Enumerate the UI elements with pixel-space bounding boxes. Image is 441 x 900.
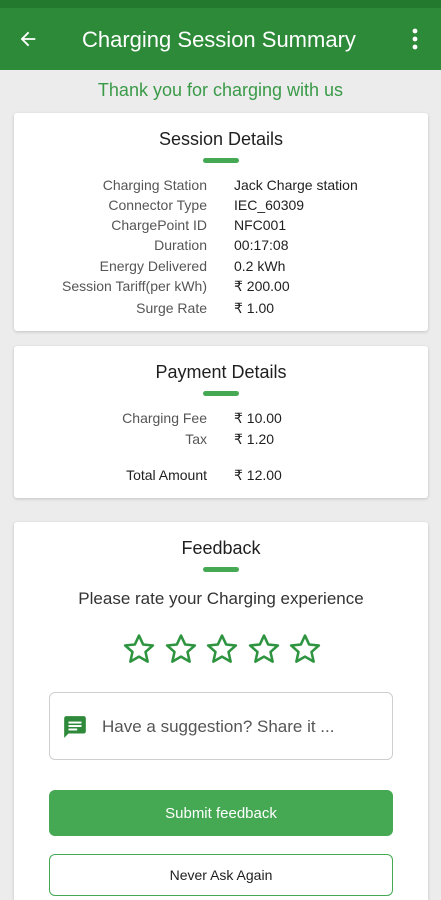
suggestion-field[interactable] bbox=[49, 692, 393, 760]
detail-label: Connector Type bbox=[108, 197, 207, 213]
detail-row-energy-delivered: Energy Delivered 0.2 kWh bbox=[14, 258, 428, 278]
star-icon[interactable] bbox=[122, 632, 156, 666]
session-details-card: Session Details Charging Station Jack Ch… bbox=[14, 113, 428, 331]
overflow-menu-button[interactable] bbox=[403, 25, 427, 53]
payment-value: ₹ 10.00 bbox=[234, 410, 282, 426]
payment-label: Tax bbox=[185, 431, 207, 447]
detail-row-connector-type: Connector Type IEC_60309 bbox=[14, 197, 428, 217]
star-icon[interactable] bbox=[288, 632, 322, 666]
detail-row-chargepoint-id: ChargePoint ID NFC001 bbox=[14, 217, 428, 237]
detail-value: 00:17:08 bbox=[234, 237, 289, 253]
section-underline bbox=[203, 567, 239, 572]
never-ask-again-button[interactable]: Never Ask Again bbox=[49, 854, 393, 896]
payment-row-tax: Tax ₹ 1.20 bbox=[14, 431, 428, 451]
payment-label: Charging Fee bbox=[122, 410, 207, 426]
total-value: ₹ 12.00 bbox=[234, 467, 282, 483]
arrow-left-icon bbox=[20, 31, 36, 47]
page-title: Charging Session Summary bbox=[82, 27, 356, 52]
section-underline bbox=[203, 158, 239, 163]
detail-label: Session Tariff(per kWh) bbox=[62, 278, 207, 294]
star-icon[interactable] bbox=[164, 632, 198, 666]
detail-value: ₹ 1.00 bbox=[234, 300, 275, 316]
detail-value: ₹ 200.00 bbox=[234, 278, 290, 294]
payment-details-title: Payment Details bbox=[155, 362, 287, 382]
detail-row-surge-rate: Surge Rate ₹ 1.00 bbox=[14, 300, 428, 320]
detail-value: NFC001 bbox=[234, 217, 287, 233]
session-details-title: Session Details bbox=[158, 129, 284, 149]
detail-value: IEC_60309 bbox=[234, 197, 305, 213]
feedback-title: Feedback bbox=[181, 538, 261, 558]
detail-label: Charging Station bbox=[102, 177, 207, 193]
status-bar bbox=[0, 0, 441, 8]
submit-feedback-button[interactable]: Submit feedback bbox=[49, 790, 393, 836]
detail-label: Surge Rate bbox=[136, 300, 207, 316]
total-label: Total Amount bbox=[126, 467, 207, 483]
app-bar: Charging Session Summary bbox=[0, 8, 441, 70]
star-icon[interactable] bbox=[247, 632, 281, 666]
detail-value: 0.2 kWh bbox=[234, 258, 286, 274]
detail-row-duration: Duration 00:17:08 bbox=[14, 237, 428, 257]
feedback-card: Feedback Please rate your Charging exper… bbox=[14, 522, 428, 900]
rating-prompt: Please rate your Charging experience bbox=[78, 589, 364, 608]
star-icon[interactable] bbox=[205, 632, 239, 666]
detail-value: Jack Charge station bbox=[234, 177, 358, 193]
detail-label: ChargePoint ID bbox=[111, 217, 207, 233]
star-rating bbox=[122, 632, 322, 668]
more-vertical-icon bbox=[412, 28, 418, 50]
detail-label: Energy Delivered bbox=[99, 258, 207, 274]
payment-row-charging-fee: Charging Fee ₹ 10.00 bbox=[14, 410, 428, 430]
suggestion-input[interactable] bbox=[102, 707, 382, 747]
back-button[interactable] bbox=[14, 25, 42, 53]
section-underline bbox=[203, 391, 239, 396]
detail-row-session-tariff: Session Tariff(per kWh) ₹ 200.00 bbox=[14, 278, 428, 298]
detail-label: Duration bbox=[154, 237, 207, 253]
detail-row-charging-station: Charging Station Jack Charge station bbox=[14, 177, 428, 197]
chat-icon bbox=[64, 716, 86, 738]
thank-you-message: Thank you for charging with us bbox=[97, 80, 344, 100]
payment-value: ₹ 1.20 bbox=[234, 431, 275, 447]
payment-details-card: Payment Details Charging Fee ₹ 10.00 Tax… bbox=[14, 346, 428, 498]
payment-row-total: Total Amount ₹ 12.00 bbox=[14, 467, 428, 487]
